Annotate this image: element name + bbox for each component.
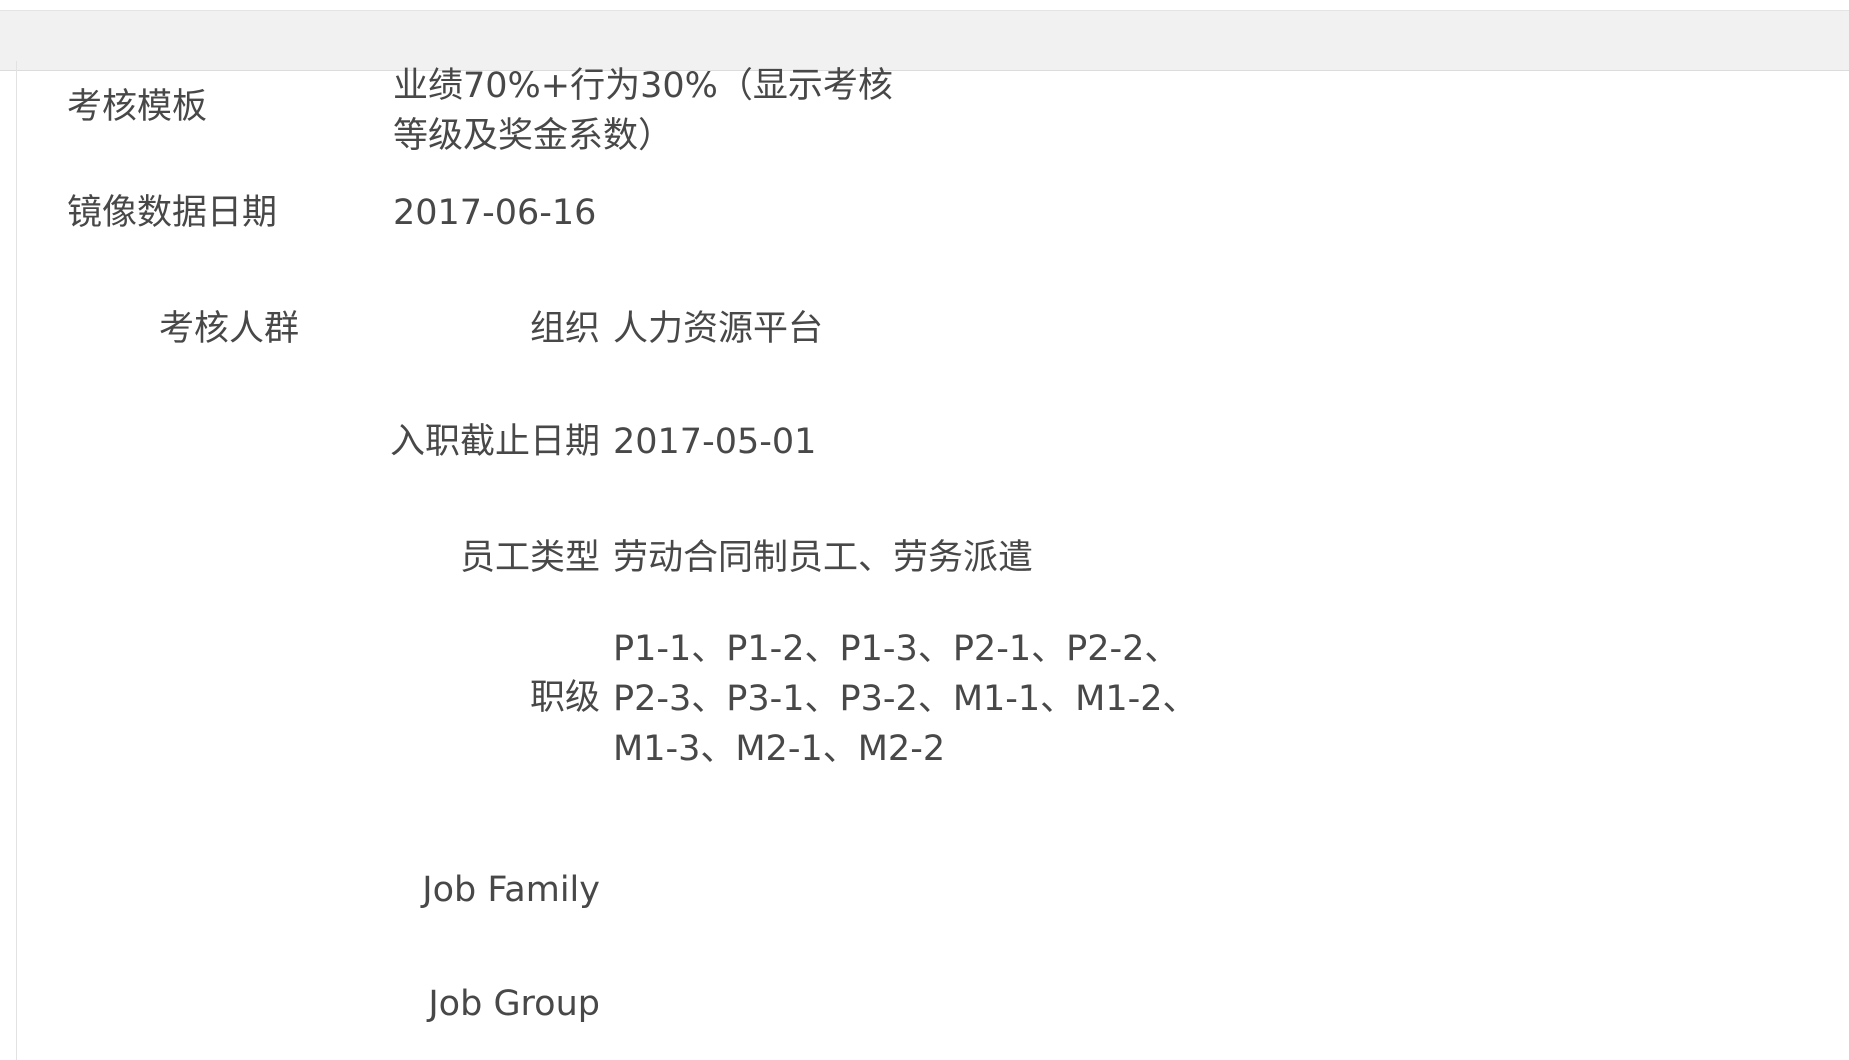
template-label: 考核模板	[67, 87, 208, 127]
job-family-label: Job Family	[422, 870, 600, 910]
hire-cutoff-date-label: 入职截止日期	[389, 422, 600, 462]
employee-type-label: 员工类型	[459, 538, 600, 578]
snapshot-date-value: 2017-06-16	[393, 193, 597, 233]
employee-type-value: 劳动合同制员工、劳务派遣	[613, 538, 1034, 578]
job-grade-line-1: P1-1、P1-2、P1-3、P2-1、P2-2、	[613, 629, 1180, 669]
population-label: 考核人群	[158, 309, 299, 349]
template-value-line-2: 等级及奖金系数）	[393, 116, 674, 156]
job-grade-label: 职级	[529, 678, 600, 718]
job-grade-line-3: M1-3、M2-1、M2-2	[613, 729, 946, 769]
organization-value: 人力资源平台	[613, 309, 824, 349]
job-grade-line-2: P2-3、P3-1、P3-2、M1-1、M1-2、	[613, 679, 1198, 719]
assessment-detail-panel: 考核模板 业绩70%+行为30%（显示考核 等级及奖金系数） 镜像数据日期 20…	[17, 61, 1849, 1060]
organization-label: 组织	[529, 309, 600, 349]
template-value: 业绩70%+行为30%（显示考核 等级及奖金系数）	[393, 61, 953, 161]
hire-cutoff-date-value: 2017-05-01	[613, 422, 817, 462]
job-group-label: Job Group	[428, 984, 600, 1024]
snapshot-date-label: 镜像数据日期	[67, 193, 278, 233]
template-value-line-1: 业绩70%+行为30%（显示考核	[393, 66, 893, 106]
job-grade-value: P1-1、P1-2、P1-3、P2-1、P2-2、 P2-3、P3-1、P3-2…	[613, 624, 1213, 774]
